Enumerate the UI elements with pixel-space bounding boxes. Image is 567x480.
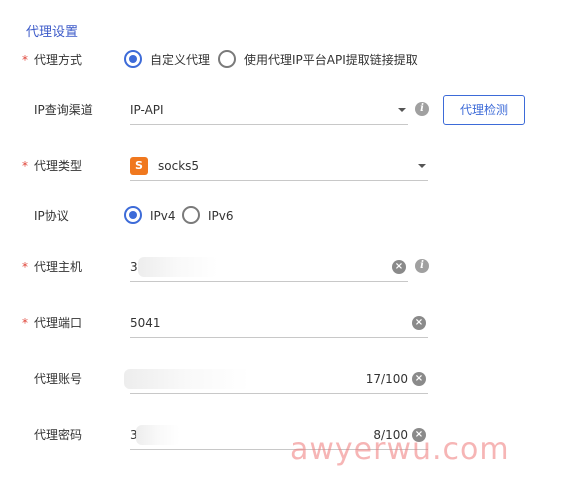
redacted-blur [138,257,218,277]
proxy-type-value: socks5 [158,159,200,173]
info-icon[interactable]: i [415,259,429,273]
ip-protocol-row: IP协议 IPv4 IPv6 [0,201,567,231]
required-mark: * [22,260,28,274]
redacted-blur [136,425,180,445]
proxy-host-value: 3 [130,260,138,274]
chevron-down-icon[interactable] [398,108,406,112]
clear-icon[interactable]: × [412,316,426,330]
radio-custom-proxy-label[interactable]: 自定义代理 [150,52,210,68]
char-counter: 17/100 [365,372,408,386]
radio-api-extract[interactable] [218,50,236,68]
proxy-type-label: 代理类型 [34,159,83,173]
required-mark: * [22,316,28,330]
ip-query-value: IP-API [130,103,164,117]
ip-protocol-label: IP协议 [34,209,69,223]
clear-icon[interactable]: × [392,260,406,274]
proxy-port-value: 5041 [130,316,161,330]
proxy-account-label: 代理账号 [34,372,83,386]
proxy-host-input[interactable]: 3 × [130,252,408,282]
clear-icon[interactable]: × [412,372,426,386]
radio-ipv6[interactable] [182,206,200,224]
ip-query-select[interactable]: IP-API [130,95,408,125]
radio-custom-proxy[interactable] [124,50,142,68]
ip-query-label: IP查询渠道 [34,103,93,117]
proxy-detect-button[interactable]: 代理检测 [443,95,525,125]
proxy-password-label: 代理密码 [34,428,83,442]
chevron-down-icon[interactable] [418,164,426,168]
proxy-mode-row: * 代理方式 自定义代理 使用代理IP平台API提取链接提取 [0,45,567,75]
proxy-type-row: * 代理类型 S socks5 [0,151,567,181]
radio-ipv6-label[interactable]: IPv6 [208,208,234,224]
proxy-host-label: 代理主机 [34,260,83,274]
watermark-text: awyerwu.com [290,432,510,467]
required-mark: * [22,159,28,173]
redacted-blur [124,369,250,389]
proxy-account-input[interactable]: 17/100 × [124,364,428,394]
section-title: 代理设置 [26,25,79,40]
proxy-type-select[interactable]: S socks5 [130,151,428,181]
proxy-port-input[interactable]: 5041 × [130,308,428,338]
proxy-port-label: 代理端口 [34,316,83,330]
proxy-settings-panel: 代理设置 * 代理方式 自定义代理 使用代理IP平台API提取链接提取 IP查询… [0,0,567,480]
proxy-mode-label: 代理方式 [34,53,83,67]
radio-api-extract-label[interactable]: 使用代理IP平台API提取链接提取 [244,52,418,68]
radio-ipv4-label[interactable]: IPv4 [150,208,176,224]
proxy-port-row: * 代理端口 5041 × [0,308,567,338]
socks-badge-icon: S [130,157,148,175]
radio-ipv4[interactable] [124,206,142,224]
proxy-account-row: 代理账号 17/100 × [0,364,567,394]
required-mark: * [22,53,28,67]
proxy-host-row: * 代理主机 3 × i [0,252,567,282]
info-icon[interactable]: i [415,102,429,116]
